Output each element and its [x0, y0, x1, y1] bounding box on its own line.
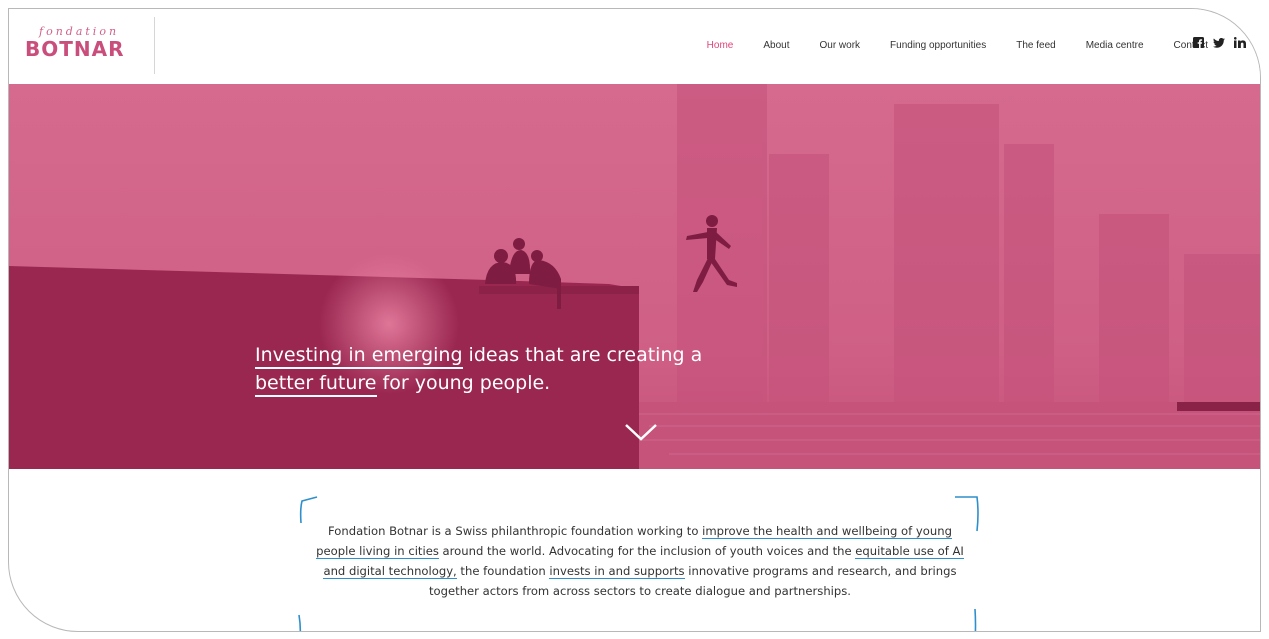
nav-home[interactable]: Home: [707, 40, 734, 51]
link-invests-supports[interactable]: invests in and supports: [549, 564, 685, 579]
hero-headline: Investing in emerging ideas that are cre…: [255, 341, 775, 397]
hero-text-2: for young people.: [376, 372, 551, 394]
intro-paragraph: Fondation Botnar is a Swiss philanthropi…: [313, 521, 967, 601]
site-header: fondation BOTNAR Home About Our work Fun…: [9, 9, 1260, 84]
intro-section: Fondation Botnar is a Swiss philanthropi…: [298, 495, 981, 631]
nav-funding-opportunities[interactable]: Funding opportunities: [890, 40, 986, 51]
logo-bottom: BOTNAR: [25, 37, 125, 61]
nav-media-centre[interactable]: Media centre: [1086, 40, 1144, 51]
hero-text-1: ideas that are creating a: [462, 344, 703, 366]
nav-our-work[interactable]: Our work: [819, 40, 860, 51]
facebook-icon[interactable]: [1193, 37, 1204, 48]
nav-about[interactable]: About: [763, 40, 789, 51]
bracket-bottom-left: [298, 614, 302, 631]
bracket-bottom-right: [974, 608, 977, 631]
logo[interactable]: fondation BOTNAR: [25, 25, 125, 61]
hero-image: [9, 84, 1260, 469]
hero-highlight-1[interactable]: Investing in emerging: [255, 344, 463, 369]
nav-the-feed[interactable]: The feed: [1016, 40, 1055, 51]
social-links: [1193, 37, 1246, 48]
linkedin-icon[interactable]: [1234, 37, 1246, 48]
main-nav: Home About Our work Funding opportunitie…: [677, 40, 1208, 51]
intro-text-2: around the world. Advocating for the inc…: [438, 544, 856, 558]
hero-banner: Investing in emerging ideas that are cre…: [9, 84, 1260, 469]
hero-highlight-2[interactable]: better future: [255, 372, 377, 397]
intro-text-1: Fondation Botnar is a Swiss philanthropi…: [328, 524, 703, 538]
browser-frame: fondation BOTNAR Home About Our work Fun…: [8, 8, 1261, 632]
logo-divider: [154, 17, 155, 74]
twitter-icon[interactable]: [1213, 37, 1225, 48]
intro-text-3: the foundation: [456, 564, 550, 578]
